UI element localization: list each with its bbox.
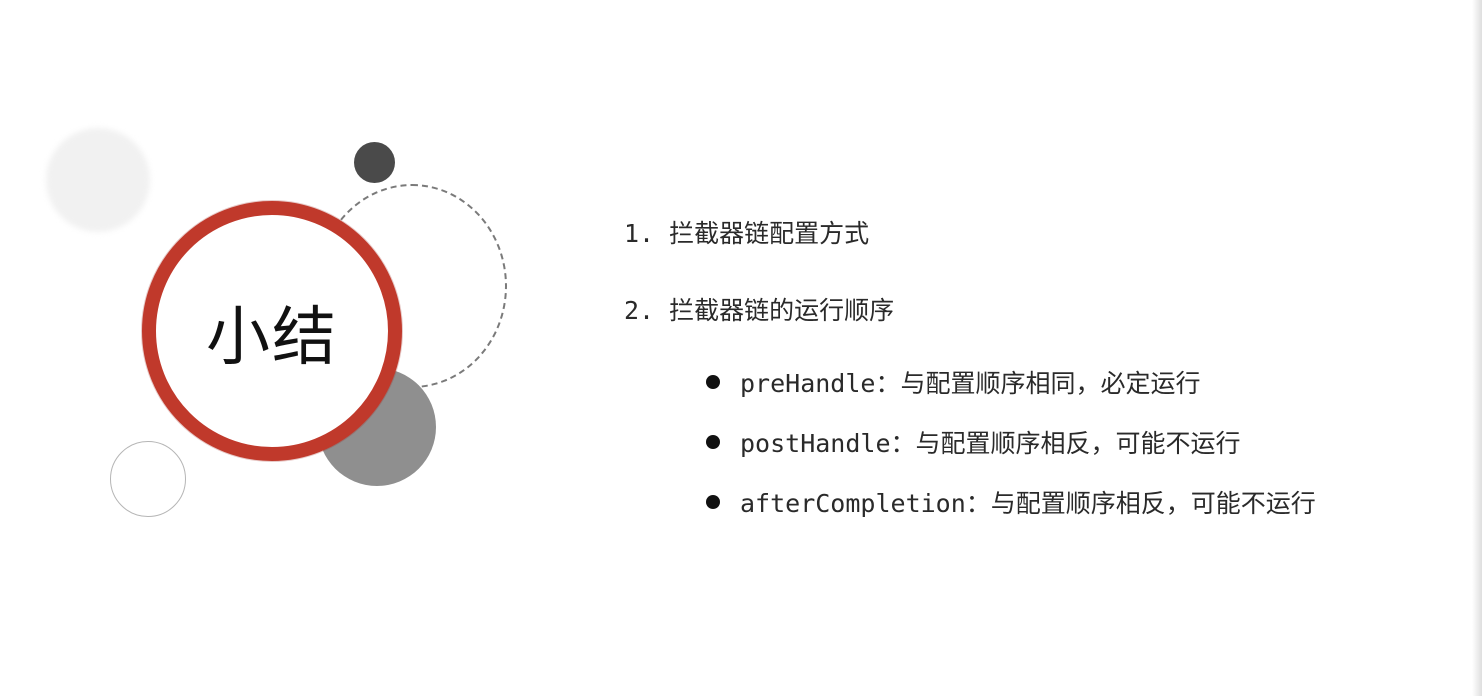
bullet-icon	[706, 435, 720, 449]
sub-point-aftercompletion: afterCompletion：与配置顺序相反，可能不运行	[706, 472, 1316, 532]
decorative-blob	[46, 128, 150, 232]
bullet-icon	[706, 375, 720, 389]
sub-point-prehandle: preHandle：与配置顺序相同，必定运行	[706, 352, 1316, 412]
outline-circle-decoration	[110, 441, 186, 517]
dark-dot-decoration	[354, 142, 395, 183]
sub-point-label: postHandle：与配置顺序相反，可能不运行	[740, 429, 1241, 458]
slide-title: 小结	[206, 301, 338, 375]
sub-point-label: preHandle：与配置顺序相同，必定运行	[740, 369, 1201, 398]
bullet-icon	[706, 495, 720, 509]
sub-point-list: preHandle：与配置顺序相同，必定运行 postHandle：与配置顺序相…	[706, 352, 1316, 532]
slide: 小结 1. 拦截器链配置方式 2. 拦截器链的运行顺序 preHandle：与配…	[0, 0, 1482, 696]
title-ring: 小结	[142, 201, 402, 461]
edge-shadow	[1472, 0, 1482, 696]
point-1: 1. 拦截器链配置方式	[624, 219, 870, 248]
sub-point-posthandle: postHandle：与配置顺序相反，可能不运行	[706, 412, 1316, 472]
point-2: 2. 拦截器链的运行顺序	[624, 296, 895, 325]
sub-point-label: afterCompletion：与配置顺序相反，可能不运行	[740, 489, 1316, 518]
